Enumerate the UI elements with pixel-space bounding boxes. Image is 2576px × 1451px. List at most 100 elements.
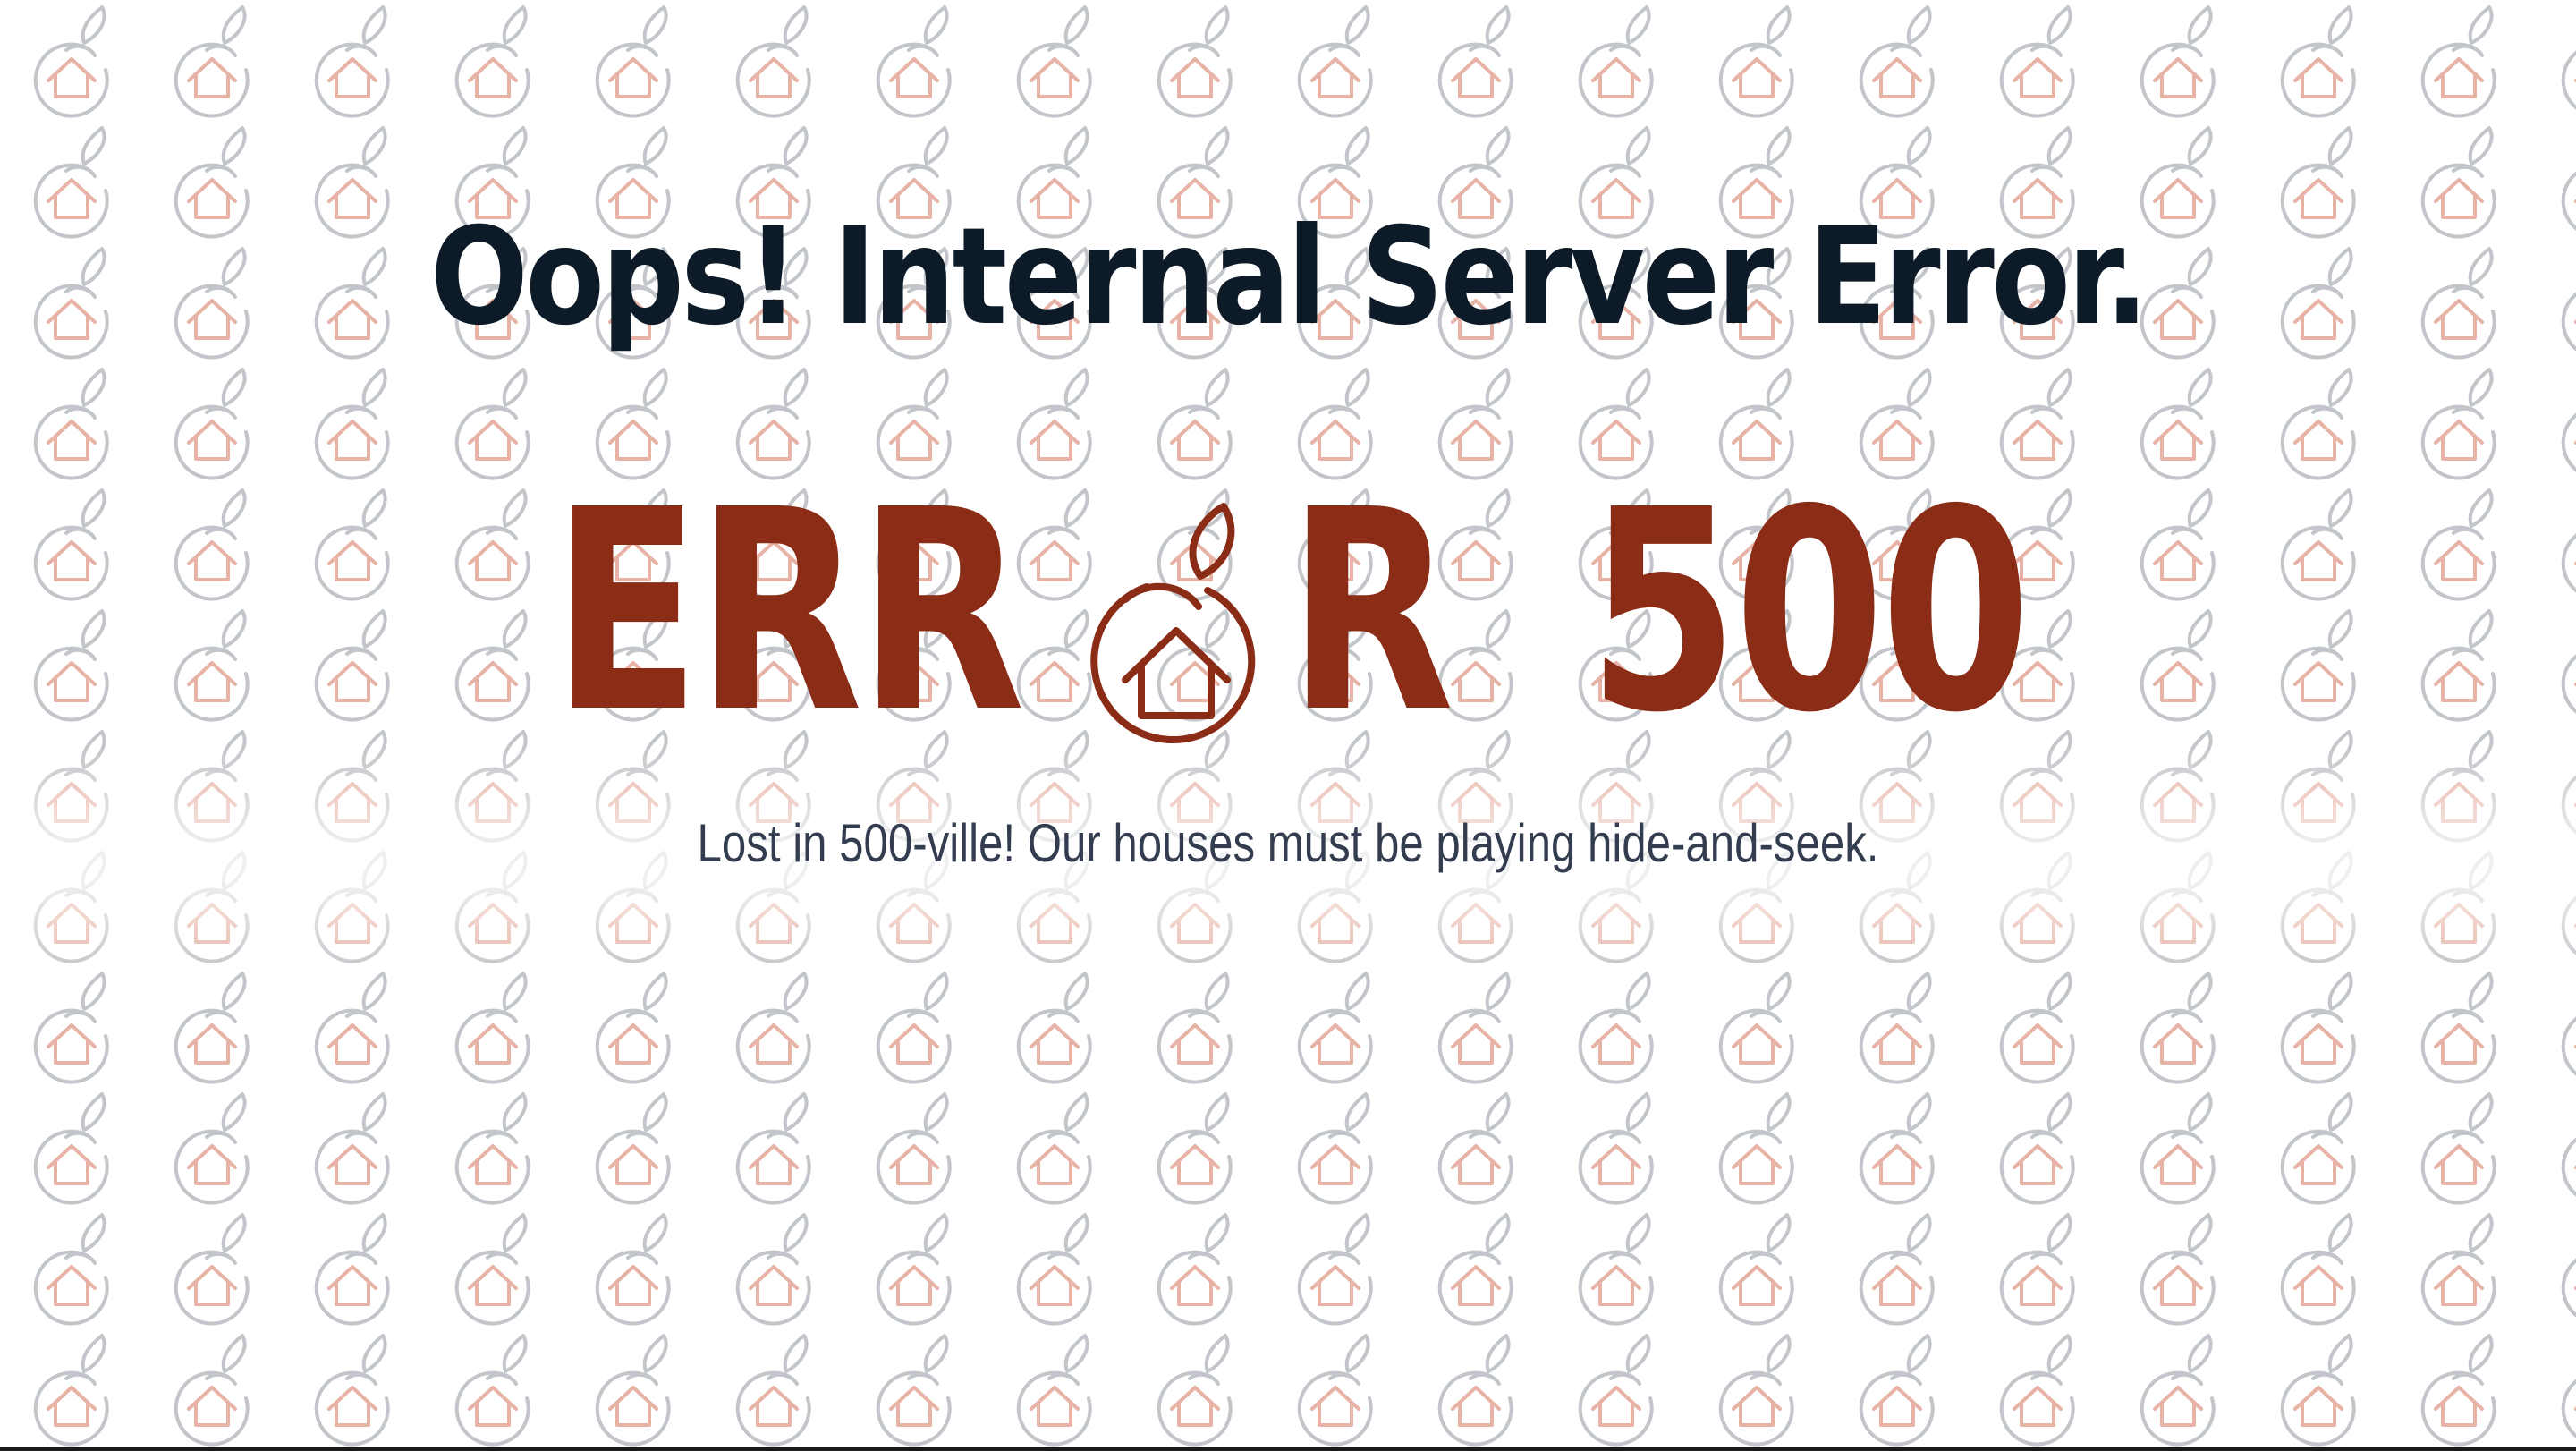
pattern-house-icon — [1437, 5, 1513, 118]
pattern-house-icon — [1578, 1213, 1654, 1326]
pattern-house-icon — [1999, 1213, 2075, 1326]
pattern-house-icon — [2420, 1213, 2496, 1326]
pattern-house-icon — [1437, 1213, 1513, 1326]
pattern-house-icon — [2140, 5, 2216, 118]
pattern-house-icon — [314, 368, 390, 480]
pattern-house-icon — [2420, 368, 2496, 480]
pattern-house-icon — [33, 247, 109, 360]
pattern-house-icon — [735, 1334, 811, 1447]
bottom-divider — [0, 1447, 2576, 1451]
pattern-house-icon — [2561, 1213, 2576, 1326]
pattern-house-icon — [2561, 5, 2576, 118]
pattern-house-icon — [1016, 1092, 1092, 1205]
pattern-house-icon — [1859, 1092, 1935, 1205]
pattern-house-icon — [314, 1334, 390, 1447]
pattern-house-icon — [1859, 1213, 1935, 1326]
error-code-suffix: R — [1287, 451, 1453, 774]
pattern-house-icon — [2140, 972, 2216, 1084]
pattern-house-icon — [314, 1092, 390, 1205]
pattern-house-icon — [1437, 1334, 1513, 1447]
pattern-house-icon — [1016, 972, 1092, 1084]
pattern-house-icon — [174, 5, 250, 118]
pattern-house-icon — [735, 5, 811, 118]
pattern-house-icon — [2561, 1092, 2576, 1205]
pattern-house-icon — [2140, 368, 2216, 480]
pattern-house-icon — [2561, 972, 2576, 1084]
pattern-house-icon — [454, 368, 530, 480]
pattern-house-icon — [1016, 1334, 1092, 1447]
pattern-house-icon — [2280, 368, 2356, 480]
pattern-house-icon — [1157, 5, 1233, 118]
error-message: Lost in 500-ville! Our houses must be pl… — [697, 813, 1879, 873]
pattern-house-icon — [2420, 5, 2496, 118]
pattern-house-icon — [1297, 1334, 1373, 1447]
pattern-house-icon — [595, 972, 671, 1084]
pattern-house-icon — [1578, 972, 1654, 1084]
error-code: ERR R 500 — [0, 474, 2576, 751]
pattern-house-icon — [1718, 1213, 1794, 1326]
pattern-house-icon — [33, 1213, 109, 1326]
pattern-house-icon — [595, 1213, 671, 1326]
pattern-house-icon — [2280, 5, 2356, 118]
pattern-house-icon — [174, 1213, 250, 1326]
pattern-house-icon — [174, 1334, 250, 1447]
pattern-house-icon — [33, 972, 109, 1084]
pattern-house-icon — [1718, 1092, 1794, 1205]
pattern-house-icon — [33, 368, 109, 480]
pattern-house-icon — [2561, 126, 2576, 239]
pattern-house-icon — [735, 972, 811, 1084]
pattern-house-icon — [595, 5, 671, 118]
pattern-house-icon — [2561, 1334, 2576, 1447]
pattern-house-icon — [1999, 5, 2075, 118]
pattern-house-icon — [314, 1213, 390, 1326]
pattern-house-icon — [174, 1092, 250, 1205]
pattern-house-icon — [1437, 1092, 1513, 1205]
pattern-house-icon — [2280, 1334, 2356, 1447]
pattern-house-icon — [2420, 247, 2496, 360]
pattern-house-icon — [595, 1092, 671, 1205]
pattern-house-icon — [2420, 972, 2496, 1084]
pattern-house-icon — [1016, 368, 1092, 480]
pattern-house-icon — [314, 5, 390, 118]
pattern-house-icon — [1999, 1092, 2075, 1205]
pattern-house-icon — [735, 1213, 811, 1326]
pattern-house-icon — [1157, 368, 1233, 480]
pattern-house-icon — [33, 1334, 109, 1447]
pattern-house-icon — [454, 1334, 530, 1447]
pattern-house-icon — [1157, 972, 1233, 1084]
pattern-house-icon — [2280, 1092, 2356, 1205]
pattern-house-icon — [876, 1213, 952, 1326]
pattern-house-icon — [595, 1334, 671, 1447]
pattern-house-icon — [1297, 972, 1373, 1084]
page-title: Oops! Internal Server Error. — [430, 199, 2148, 355]
pattern-house-icon — [454, 1092, 530, 1205]
pattern-house-icon — [1859, 5, 1935, 118]
pattern-house-icon — [2561, 247, 2576, 360]
pattern-house-icon — [2140, 1213, 2216, 1326]
pattern-house-icon — [2420, 1092, 2496, 1205]
pattern-house-icon — [33, 5, 109, 118]
pattern-house-icon — [2140, 1092, 2216, 1205]
pattern-house-icon — [1016, 1213, 1092, 1326]
pattern-house-icon — [1718, 5, 1794, 118]
pattern-house-icon — [1718, 1334, 1794, 1447]
pattern-house-icon — [1297, 1092, 1373, 1205]
pattern-house-icon — [314, 972, 390, 1084]
pattern-house-icon — [33, 1092, 109, 1205]
pattern-house-icon — [2420, 126, 2496, 239]
pattern-house-icon — [1999, 972, 2075, 1084]
pattern-house-icon — [1999, 1334, 2075, 1447]
pattern-house-icon — [1016, 5, 1092, 118]
pattern-house-icon — [1578, 5, 1654, 118]
pattern-house-icon — [1437, 972, 1513, 1084]
pattern-house-icon — [2140, 1334, 2216, 1447]
pattern-house-icon — [174, 972, 250, 1084]
pattern-house-icon — [1157, 1213, 1233, 1326]
pattern-house-icon — [876, 1092, 952, 1205]
pattern-house-icon — [1859, 972, 1935, 1084]
pattern-house-icon — [876, 1334, 952, 1447]
pattern-house-icon — [1859, 1334, 1935, 1447]
pattern-house-icon — [1437, 368, 1513, 480]
pattern-house-icon — [1578, 1334, 1654, 1447]
pattern-house-icon — [1297, 5, 1373, 118]
